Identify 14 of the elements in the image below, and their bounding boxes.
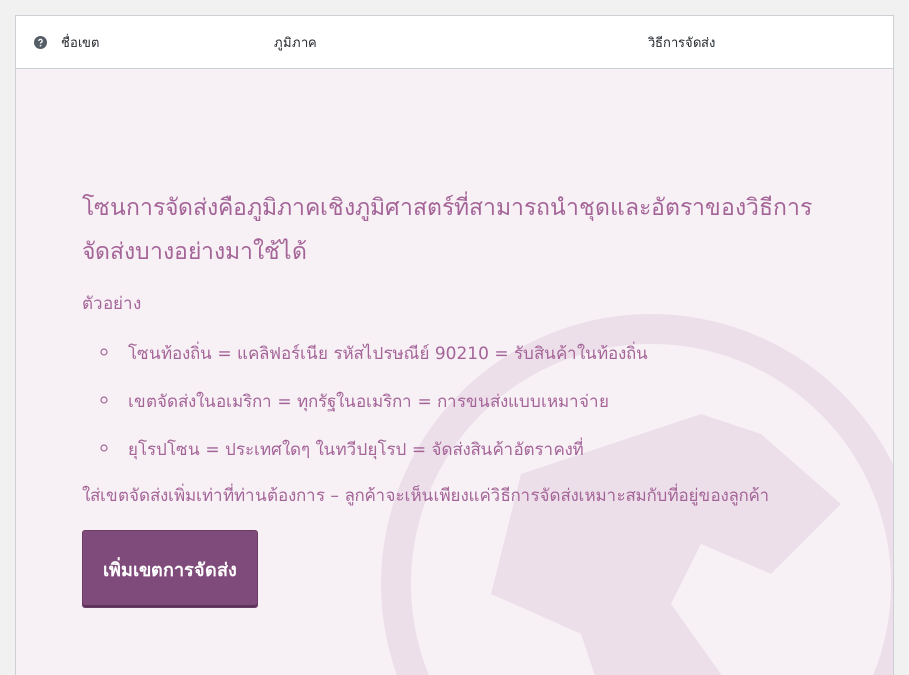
- example-text: โซนท้องถิ่น = แคลิฟอร์เนีย รหัสไปรษณีย์ 90210 = รับสินค้าในท้องถิ่น: [128, 340, 648, 366]
- bullet-icon: [100, 396, 108, 404]
- help-icon[interactable]: [34, 36, 47, 48]
- column-header: ชื่อเขต: [61, 32, 99, 52]
- example-text: เขตจัดส่งในอเมริกา = ทุกรัฐในอเมริกา = การขนส่งแบบเหมาจ่าย: [128, 390, 610, 414]
- add-shipping-zone-button[interactable]: เพิ่มเขตการจัดส่ง: [82, 530, 258, 608]
- note-text: ใส่เขตจัดส่งเพิ่มเท่าที่ท่านต้องการ – ลูกค้าจะเห็นเพียงแค่วิธีการจัดส่งเหมาะสมกับที่อยู่ของลูกค้า: [82, 480, 832, 512]
- examples-label: ตัวอย่าง: [82, 293, 142, 316]
- column-header: วิธีการจัดส่ง: [648, 34, 715, 52]
- bullet-icon: [100, 444, 108, 452]
- bullet-icon: [100, 348, 108, 356]
- example-text: ยุโรปโซน = ประเทศใดๆ ในทวีปยุโรป = จัดส่งสินค้าอัตราคงที่: [128, 436, 584, 462]
- empty-state-heading: โซนการจัดส่งคือภูมิภาคเชิงภูมิศาสตร์ที่สามารถนำชุดและอัตราของวิธีการจัดส่งบางอย่างมาใช้ได้: [82, 186, 832, 274]
- column-header: ภูมิภาค: [274, 34, 317, 52]
